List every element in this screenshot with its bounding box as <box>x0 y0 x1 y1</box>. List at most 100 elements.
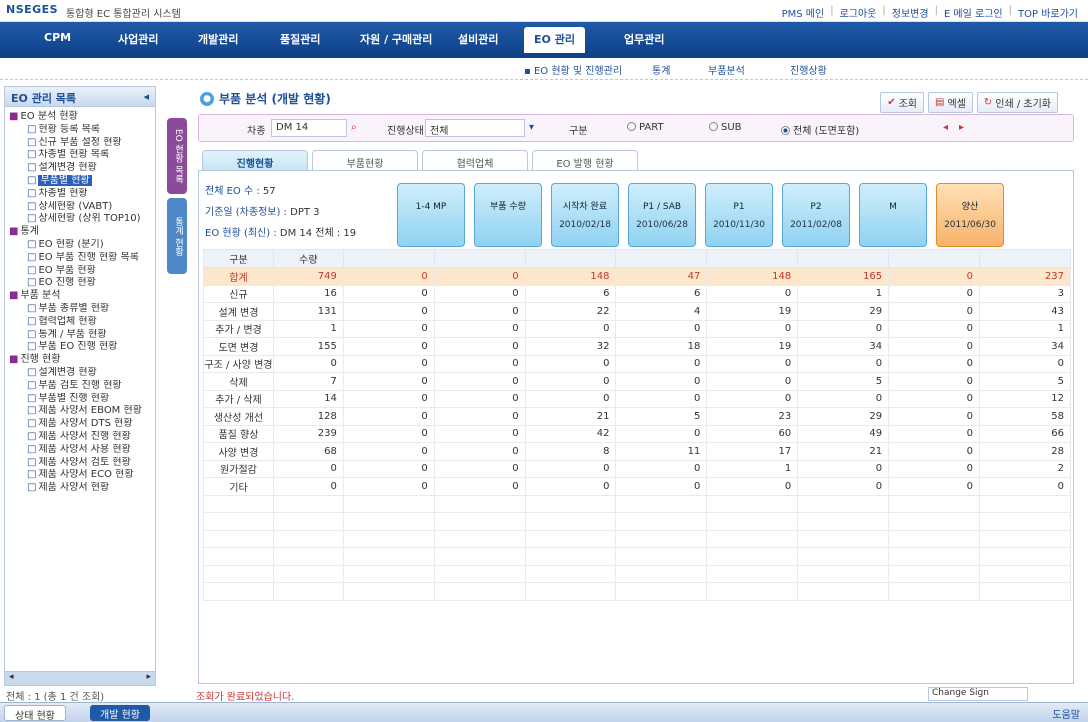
filter-next-icon[interactable]: ▸ <box>959 122 964 133</box>
table-row[interactable]: 기타 0 0 0 0 0 0 0 0 0 <box>203 477 1071 496</box>
tree-leaf[interactable]: □ EO 진행 현황 <box>9 277 151 290</box>
stage-card[interactable]: 1-4 MP <box>397 183 465 247</box>
tree-leaf[interactable]: □ 협력업체 현황 <box>9 316 151 329</box>
stage-card[interactable]: 양산 2011/06/30 <box>936 183 1004 247</box>
tree-leaf[interactable]: □ 설계변경 현황 <box>9 367 151 380</box>
table-total-row[interactable]: 합계 749 0 0 148 47 148 165 0 237 <box>203 267 1071 286</box>
tree-leaf[interactable]: □ 차종별 현황 목록 <box>9 149 151 162</box>
help-link[interactable]: 도움말 <box>1052 706 1080 721</box>
top-link-logout[interactable]: 로그아웃 <box>840 5 877 20</box>
radio-sub[interactable]: SUB <box>709 122 742 133</box>
tree-leaf[interactable]: □ 신규 부품 설정 현황 <box>9 137 151 150</box>
subnav-parts[interactable]: 부품분석 <box>708 62 745 77</box>
table-row[interactable]: 도면 변경 155 0 0 32 18 19 34 0 34 <box>203 337 1071 356</box>
tree-leaf-label: 설계변경 현황 <box>38 162 97 174</box>
collapse-icon[interactable]: ◂ <box>143 90 149 103</box>
table-row[interactable]: 품질 향상 239 0 0 42 0 60 49 0 66 <box>203 424 1071 443</box>
nav-item-eo[interactable]: EO 관리 <box>524 27 585 53</box>
tree-leaf[interactable]: □ 제품 사양서 현황 <box>9 482 151 495</box>
tree-leaf[interactable]: □ EO 현황 (분기) <box>9 239 151 252</box>
table-row[interactable]: 사양 변경 68 0 0 8 11 17 21 0 28 <box>203 442 1071 461</box>
tree-leaf[interactable]: □ 부품 종류별 현황 <box>9 303 151 316</box>
table-row[interactable]: 구조 / 사양 변경 0 0 0 0 0 0 0 0 0 <box>203 354 1071 373</box>
vtab-stats[interactable]: 통계 현황 <box>167 198 187 274</box>
tree-leaf[interactable]: □ 제품 사양서 사용 현황 <box>9 444 151 457</box>
vehicle-select[interactable]: DM 14 <box>271 119 347 137</box>
tab-eo-issue[interactable]: EO 발행 현황 <box>532 150 638 170</box>
tab-progress[interactable]: 진행현황 <box>202 150 308 170</box>
status-select[interactable]: 전체 <box>425 119 525 137</box>
nav-item-project[interactable]: 사업관리 <box>118 31 158 47</box>
tree-leaf[interactable]: □ 차종별 현황 <box>9 188 151 201</box>
table-row[interactable]: 생산성 개선 128 0 0 21 5 23 29 0 58 <box>203 407 1071 426</box>
radio-part[interactable]: PART <box>627 122 664 133</box>
table-row[interactable]: 추가 / 변경 1 0 0 0 0 0 0 0 1 <box>203 319 1071 338</box>
table-row[interactable]: 삭제 7 0 0 0 0 0 5 0 5 <box>203 372 1071 391</box>
tree-leaf[interactable]: □ 제품 사양서 ECO 현황 <box>9 469 151 482</box>
subnav-progress[interactable]: 진행상황 <box>790 62 827 77</box>
tab-parts[interactable]: 부품현황 <box>312 150 418 170</box>
excel-button[interactable]: ▤ 엑셀 <box>928 92 973 113</box>
subnav-eo-status[interactable]: EO 현황 및 진행관리 <box>524 62 622 77</box>
vehicle-search-icon[interactable]: ⌕ <box>351 122 357 133</box>
tree-group[interactable]: ■ 진행 현황 <box>9 354 151 367</box>
search-button[interactable]: ✔ 조회 <box>880 92 925 113</box>
scroll-right-icon[interactable]: ▸ <box>146 672 151 685</box>
table-row[interactable]: 추가 / 삭제 14 0 0 0 0 0 0 0 12 <box>203 389 1071 408</box>
print-button[interactable]: ↻ 인쇄 / 초기화 <box>976 92 1058 113</box>
nav-item-resource[interactable]: 자원 / 구매관리 <box>360 31 432 47</box>
tree-leaf[interactable]: □ 설계변경 현황 <box>9 162 151 175</box>
tree-leaf[interactable]: □ 상세현황 (VABT) <box>9 201 151 214</box>
stage-card[interactable]: M <box>859 183 927 247</box>
tree-leaf[interactable]: □ 제품 사양서 EBOM 현황 <box>9 405 151 418</box>
nav-item-cpm[interactable]: CPM <box>44 31 71 44</box>
stage-card[interactable]: P2 2011/02/08 <box>782 183 850 247</box>
table-cell: 0 <box>433 459 526 478</box>
top-link-pms[interactable]: PMS 메인 <box>782 5 825 20</box>
bottom-tab-status[interactable]: 상태 현황 <box>4 705 66 722</box>
table-row[interactable]: 원가절감 0 0 0 0 0 1 0 0 2 <box>203 459 1071 478</box>
nav-item-facility[interactable]: 설비관리 <box>458 31 498 47</box>
table-cell: 155 <box>272 337 344 356</box>
tree-group[interactable]: ■ 부품 분석 <box>9 290 151 303</box>
nav-item-dev[interactable]: 개발관리 <box>198 31 238 47</box>
stage-card[interactable]: 부품 수량 <box>474 183 542 247</box>
tree-leaf[interactable]: □ EO 부품 현황 <box>9 265 151 278</box>
tree-group[interactable]: ■ EO 분석 현황 <box>9 111 151 124</box>
tree-leaf[interactable]: □ 상세현황 (상위 TOP10) <box>9 213 151 226</box>
tree-leaf[interactable]: □ 통계 / 부품 현황 <box>9 329 151 342</box>
scroll-left-icon[interactable]: ◂ <box>9 672 14 685</box>
stage-card[interactable]: 시작차 완료 2010/02/18 <box>551 183 619 247</box>
summary-line-2: 기준일 (차종정보) : DPT 3 <box>205 207 320 218</box>
radio-all[interactable]: 전체 (도면포함) <box>781 122 859 137</box>
tree-group[interactable]: ■ 통계 <box>9 226 151 239</box>
status-dropdown-icon[interactable]: ▾ <box>529 122 534 133</box>
tree-leaf[interactable]: □ 부품별 현황 <box>9 174 151 188</box>
stage-card[interactable]: P1 2010/11/30 <box>705 183 773 247</box>
stage-card[interactable]: P1 / SAB 2010/06/28 <box>628 183 696 247</box>
tree-leaf[interactable]: □ 부품 EO 진행 현황 <box>9 341 151 354</box>
tree-leaf[interactable]: □ 제품 사양서 진행 현황 <box>9 431 151 444</box>
subnav-stats[interactable]: 통계 <box>652 62 670 77</box>
filter-prev-icon[interactable]: ◂ <box>943 122 948 133</box>
tab-vendors[interactable]: 협력업체 <box>422 150 528 170</box>
table-row[interactable]: 설계 변경 131 0 0 22 4 19 29 0 43 <box>203 302 1071 321</box>
tree-leaf[interactable]: □ 현황 등록 목록 <box>9 124 151 137</box>
tree-leaf[interactable]: □ EO 부품 진행 현황 목록 <box>9 252 151 265</box>
tree-leaf[interactable]: □ 부품별 진행 현황 <box>9 393 151 406</box>
tree-leaf[interactable]: □ 제품 사양서 검토 현황 <box>9 457 151 470</box>
vtab-eo-list[interactable]: EO 현황 목록 <box>167 118 187 194</box>
tree-leaf[interactable]: □ 부품 검토 진행 현황 <box>9 380 151 393</box>
top-link-email[interactable]: E 메일 로그인 <box>944 5 1003 20</box>
company-logo[interactable]: NSEGES <box>6 3 58 16</box>
tree-leaf[interactable]: □ 제품 사양서 DTS 현황 <box>9 418 151 431</box>
bottom-tab-dev[interactable]: 개발 현황 <box>90 705 150 721</box>
top-link-top[interactable]: TOP 바로가기 <box>1018 5 1078 20</box>
table-row[interactable]: 신규 16 0 0 6 6 0 1 0 3 <box>203 284 1071 303</box>
top-link-info[interactable]: 정보변경 <box>892 5 929 20</box>
row-label: 사양 변경 <box>203 442 274 461</box>
table-cell: 58 <box>979 407 1071 426</box>
nav-item-quality[interactable]: 품질관리 <box>280 31 320 47</box>
nav-item-work[interactable]: 업무관리 <box>624 31 664 47</box>
sign-select[interactable]: Change Sign <box>928 687 1028 701</box>
